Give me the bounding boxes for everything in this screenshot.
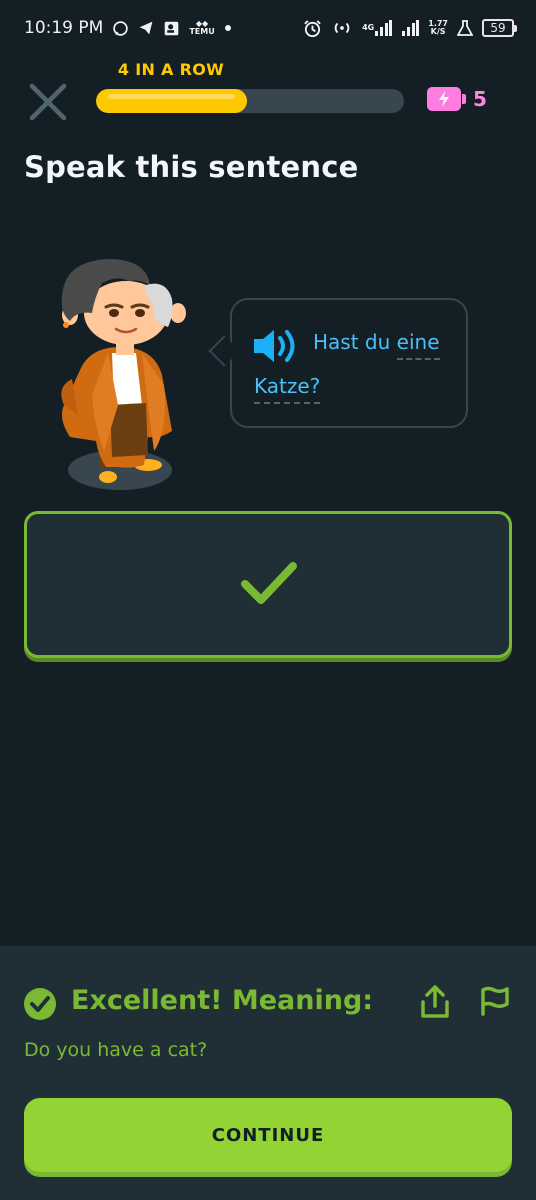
continue-label: CONTINUE bbox=[211, 1124, 325, 1146]
alarm-icon bbox=[303, 19, 322, 38]
word-hast[interactable]: Hast bbox=[313, 330, 359, 354]
streak-label: 4 IN A ROW bbox=[117, 60, 225, 79]
whatsapp-icon bbox=[112, 20, 129, 37]
signal-4g-icon: 4G bbox=[362, 20, 393, 36]
speaker-icon bbox=[254, 330, 295, 362]
close-button[interactable] bbox=[26, 80, 70, 124]
energy-counter[interactable]: 5 bbox=[427, 87, 487, 111]
share-icon bbox=[421, 985, 449, 1018]
lesson-progress-bar bbox=[96, 89, 404, 113]
play-audio-button[interactable] bbox=[252, 326, 300, 366]
checkmark-icon bbox=[240, 560, 298, 608]
word-eine[interactable]: eine bbox=[396, 330, 440, 360]
dot-icon bbox=[224, 24, 232, 32]
sentence-line-1: Hast du eine bbox=[313, 330, 440, 360]
signal-icon bbox=[401, 20, 420, 36]
hotspot-icon bbox=[331, 20, 353, 36]
share-button[interactable] bbox=[420, 984, 450, 1020]
feedback-title: Excellent! Meaning: bbox=[71, 985, 374, 1016]
lesson-progress-fill bbox=[96, 89, 247, 113]
page-title: Speak this sentence bbox=[24, 150, 359, 184]
character-illustration bbox=[50, 255, 190, 495]
battery-indicator: 59 bbox=[482, 19, 517, 37]
word-katze[interactable]: Katze? bbox=[254, 374, 321, 404]
flask-icon bbox=[457, 20, 473, 36]
success-check-icon bbox=[24, 988, 56, 1020]
translation-text: Do you have a cat? bbox=[24, 1039, 208, 1061]
close-icon bbox=[29, 83, 67, 121]
word-du[interactable]: du bbox=[365, 330, 390, 354]
status-bar: 10:19 PM ◆◆ TEMU 4G 1.77 K/S 59 bbox=[0, 0, 536, 56]
lesson-screen: 10:19 PM ◆◆ TEMU 4G 1.77 K/S 59 4 IN A R… bbox=[0, 0, 536, 1200]
energy-count: 5 bbox=[473, 87, 487, 111]
clock: 10:19 PM bbox=[24, 18, 104, 38]
flag-icon bbox=[481, 986, 509, 1016]
report-button[interactable] bbox=[478, 984, 512, 1016]
sentence-line-2: Katze? bbox=[254, 374, 321, 404]
continue-button[interactable]: CONTINUE bbox=[24, 1098, 512, 1172]
network-speed: 1.77 K/S bbox=[428, 19, 448, 36]
telegram-icon bbox=[138, 20, 154, 36]
temu-icon: ◆◆ TEMU bbox=[189, 19, 215, 36]
contact-card-icon bbox=[163, 20, 180, 37]
energy-battery-icon bbox=[427, 87, 466, 111]
